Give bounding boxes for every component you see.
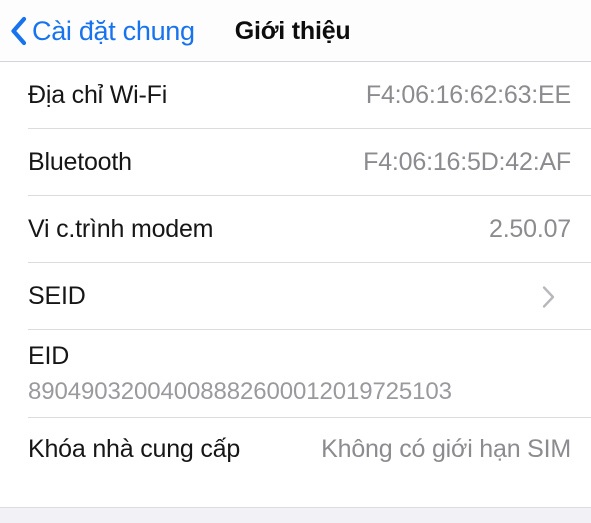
chevron-right-icon xyxy=(542,285,555,308)
row-value: 2.50.07 xyxy=(488,214,571,243)
back-button-label: Cài đặt chung xyxy=(32,15,195,46)
row-value: 89049032004008882600012019725103 xyxy=(28,378,452,406)
row-value: Không có giới hạn SIM xyxy=(321,435,571,464)
back-button[interactable]: Cài đặt chung xyxy=(10,16,195,46)
table-row-seid[interactable]: SEID xyxy=(0,263,591,330)
row-label: Bluetooth xyxy=(28,147,132,176)
row-label: SEID xyxy=(28,281,86,310)
row-label: Khóa nhà cung cấp xyxy=(28,435,241,464)
row-label: Địa chỉ Wi-Fi xyxy=(28,80,168,109)
footer-strip xyxy=(0,507,591,523)
row-label: Vi c.trình modem xyxy=(28,214,214,243)
navigation-bar: Cài đặt chung Giới thiệu xyxy=(0,0,591,62)
table-row-eid[interactable]: EID 89049032004008882600012019725103 xyxy=(0,330,591,418)
settings-list: Địa chỉ Wi-Fi F4:06:16:62:63:EE Bluetoot… xyxy=(0,62,591,482)
about-settings-screen: Cài đặt chung Giới thiệu Địa chỉ Wi-Fi F… xyxy=(0,0,591,523)
table-row[interactable]: Vi c.trình modem 2.50.07 xyxy=(0,196,591,263)
table-row[interactable]: Địa chỉ Wi-Fi F4:06:16:62:63:EE xyxy=(0,62,591,129)
table-row[interactable]: Bluetooth F4:06:16:5D:42:AF xyxy=(0,129,591,196)
table-row[interactable]: Khóa nhà cung cấp Không có giới hạn SIM xyxy=(0,418,591,482)
page-title: Giới thiệu xyxy=(234,16,351,45)
chevron-left-icon xyxy=(11,16,27,46)
row-value: F4:06:16:62:63:EE xyxy=(365,80,571,109)
row-value: F4:06:16:5D:42:AF xyxy=(363,147,571,176)
row-label: EID xyxy=(28,341,70,370)
